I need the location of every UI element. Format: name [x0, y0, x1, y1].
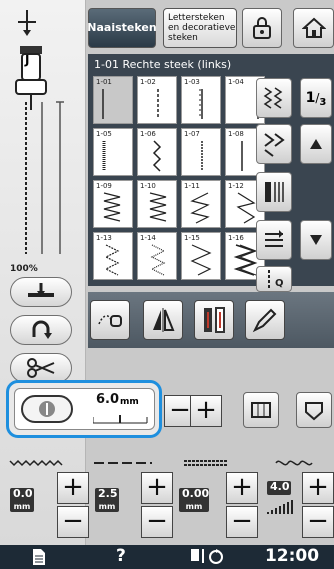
pattern-view-button[interactable]	[256, 78, 292, 118]
home-icon	[301, 17, 326, 38]
setting-3-plus-button[interactable]: +	[226, 472, 258, 504]
stitch-cell[interactable]: 1-07	[181, 128, 221, 176]
mirror-pattern-button[interactable]	[256, 124, 292, 164]
stitch-cell[interactable]: 1-01	[93, 76, 133, 124]
stitch-cell[interactable]: 1-14	[137, 232, 177, 280]
width-display	[14, 388, 155, 430]
reverse-stitch-button[interactable]	[10, 277, 72, 307]
lock-icon	[253, 17, 271, 39]
page-indicator: 1/3	[300, 78, 332, 118]
quilting-button[interactable]: Q	[256, 266, 292, 292]
page-up-button[interactable]	[300, 124, 332, 164]
stitch-density-button[interactable]	[256, 172, 292, 212]
stitch-width-icon	[21, 395, 73, 423]
document-icon[interactable]	[32, 548, 46, 569]
stitch-cell[interactable]: 1-09	[93, 180, 133, 228]
presser-foot-label: J	[25, 53, 30, 67]
memory-icon	[251, 402, 271, 418]
clock: 12:00	[264, 546, 320, 566]
stitch-cell[interactable]: 1-06	[137, 128, 177, 176]
setting-indicators	[9, 459, 313, 467]
stitch-cell[interactable]: 1-10	[137, 180, 177, 228]
mirror-button[interactable]	[143, 300, 183, 340]
zigzag-mirror-icon	[264, 133, 285, 157]
stitch-grid: 1-01 1-02 1-03 1-04 1-05 1-06 1-07 1-08 …	[93, 76, 265, 280]
needle-icon	[14, 8, 40, 38]
setting-3-display: 0.00 mm	[179, 488, 209, 512]
width-scale	[93, 415, 148, 424]
twin-needle-button[interactable]	[194, 300, 234, 340]
character-stitch-tab[interactable]: Lettersteken en decoratieve steken	[163, 8, 237, 48]
selected-stitch-title: 1-01 Rechte steek (links)	[94, 58, 232, 71]
setting-2-minus-button[interactable]: −	[141, 506, 173, 538]
width-unit: mm	[120, 397, 139, 407]
page-down-button[interactable]	[300, 220, 332, 260]
stitch-pattern-icon	[263, 87, 283, 109]
arrow-down-icon	[310, 235, 322, 245]
stitch-cell[interactable]: 1-15	[181, 232, 221, 280]
settings-icon[interactable]	[189, 547, 225, 569]
stitch-cell[interactable]: 1-13	[93, 232, 133, 280]
stitch-cell[interactable]: 1-02	[137, 76, 177, 124]
pencil-icon	[252, 308, 277, 333]
stitch-cell[interactable]: 1-05	[93, 128, 133, 176]
setting-1-minus-button[interactable]: −	[57, 506, 89, 538]
zoom-level: 100%	[10, 264, 38, 274]
svg-text:Q: Q	[275, 278, 284, 289]
stitch-preview	[6, 98, 76, 258]
spacing-button[interactable]	[256, 220, 292, 260]
setting-4-display: 4.0	[267, 481, 291, 495]
stitch-cell[interactable]: 1-11	[181, 180, 221, 228]
foot-lift-icon	[32, 320, 52, 339]
needle-thread-button[interactable]	[90, 300, 130, 340]
mirror-icon	[153, 308, 175, 332]
utility-stitch-tab[interactable]: Naaisteken	[87, 8, 157, 48]
presser-foot-lift-button[interactable]	[10, 315, 72, 345]
edit-button[interactable]	[245, 300, 285, 340]
setting-1-plus-button[interactable]: +	[57, 472, 89, 504]
twin-needle-icon	[204, 307, 225, 333]
setting-4-plus-button[interactable]: +	[302, 472, 334, 504]
stitch-cell[interactable]: 1-03	[181, 76, 221, 124]
setting-4-minus-button[interactable]: −	[302, 506, 334, 538]
stitch-info-button[interactable]	[296, 392, 332, 428]
quilt-q-icon: Q	[268, 270, 284, 289]
shield-icon	[305, 402, 323, 421]
spacing-icon	[265, 230, 283, 247]
setting-3-minus-button[interactable]: −	[226, 506, 258, 538]
density-icon	[265, 182, 284, 202]
width-value: 6.0	[96, 392, 120, 407]
arrow-up-icon	[310, 139, 322, 149]
help-button[interactable]: ?	[116, 546, 126, 566]
setting-1-display: 0.0 mm	[10, 488, 34, 512]
setting-2-plus-button[interactable]: +	[141, 472, 173, 504]
width-plus-button[interactable]: +	[190, 395, 222, 427]
scissors-icon	[27, 358, 55, 378]
setting-2-display: 2.5 mm	[95, 488, 119, 512]
thread-cutter-button[interactable]	[10, 353, 72, 383]
reverse-stitch-icon	[28, 283, 54, 297]
tension-level-icon	[267, 500, 293, 514]
memory-button[interactable]	[243, 392, 279, 428]
lock-button[interactable]	[242, 8, 282, 48]
threading-icon	[98, 315, 122, 327]
home-button[interactable]	[293, 8, 334, 48]
